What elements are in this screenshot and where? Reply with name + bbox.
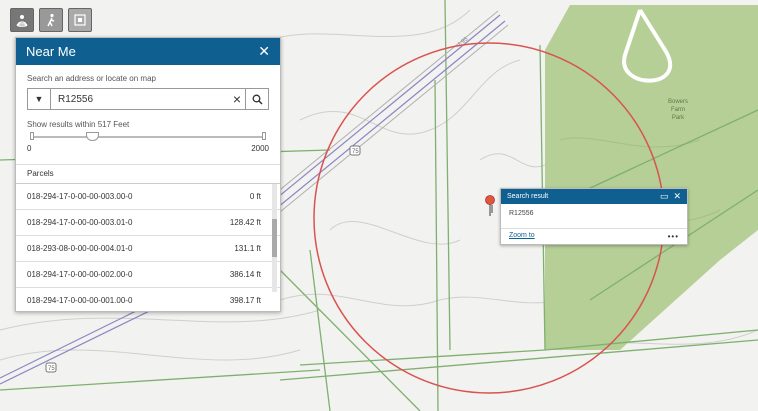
- parcel-distance: 398.17 ft: [229, 296, 261, 305]
- walking-person-icon: [47, 13, 55, 27]
- search-result-popup: Search result ▭ ✕ R12556 Zoom to •••: [500, 188, 688, 245]
- near-me-panel: Near Me ✕ Search an address or locate on…: [15, 37, 281, 312]
- results-scrollbar[interactable]: [272, 184, 277, 292]
- location-pin-icon[interactable]: [484, 194, 496, 216]
- panel-header: Near Me ✕: [16, 38, 280, 65]
- result-row[interactable]: 018-294-17-0-00-00-002.00-0 386.14 ft: [16, 262, 280, 288]
- parcel-id: 018-294-17-0-00-00-003.01-0: [27, 218, 133, 227]
- parcel-distance: 131.1 ft: [234, 244, 261, 253]
- parcel-distance: 128.42 ft: [229, 218, 261, 227]
- more-options-icon[interactable]: •••: [668, 232, 679, 241]
- route-shield-label: 75: [48, 366, 55, 372]
- search-button[interactable]: [245, 89, 268, 109]
- search-input[interactable]: R12556: [51, 94, 229, 105]
- popup-footer: Zoom to •••: [501, 229, 687, 244]
- result-row[interactable]: 018-294-17-0-00-00-003.00-0 0 ft: [16, 184, 280, 210]
- popup-header: Search result ▭ ✕: [501, 189, 687, 204]
- directions-button[interactable]: [39, 8, 63, 32]
- parcels-heading: Parcels: [16, 164, 280, 184]
- maximize-icon[interactable]: ▭: [660, 191, 669, 202]
- scrollbar-thumb[interactable]: [272, 219, 277, 257]
- popup-content: R12556: [501, 204, 687, 229]
- search-label: Search an address or locate on map: [27, 74, 156, 83]
- distance-slider[interactable]: [30, 132, 266, 141]
- results-list: 018-294-17-0-00-00-003.00-0 0 ft 018-294-…: [16, 184, 280, 311]
- result-row[interactable]: 018-294-17-0-00-00-001.00-0 398.17 ft: [16, 288, 280, 311]
- parcel-id: 018-294-17-0-00-00-002.00-0: [27, 270, 133, 279]
- parcel-distance: 386.14 ft: [229, 270, 261, 279]
- slider-max-label: 2000: [251, 144, 269, 153]
- park-label-line: Bowers: [668, 99, 688, 105]
- slider-thumb[interactable]: [86, 132, 99, 141]
- clear-search-icon[interactable]: ×: [229, 91, 245, 107]
- slider-min-handle[interactable]: [30, 132, 34, 140]
- map-toolbar: [10, 8, 92, 32]
- result-row[interactable]: 018-294-17-0-00-00-003.01-0 128.42 ft: [16, 210, 280, 236]
- close-icon[interactable]: ✕: [258, 43, 270, 60]
- panel-title: Near Me: [26, 44, 76, 59]
- route-shield-label: 75: [352, 149, 359, 155]
- slider-range: 0 2000: [27, 144, 269, 153]
- search-box: ▼ R12556 ×: [27, 88, 269, 110]
- parcel-id: 018-293-08-0-00-00-004.01-0: [27, 244, 133, 253]
- select-box-icon: [74, 14, 86, 26]
- park-label-line: Park: [672, 115, 685, 121]
- slider-min-label: 0: [27, 144, 32, 153]
- caret-down-icon: ▼: [34, 94, 44, 104]
- slider-track: [30, 136, 266, 138]
- search-source-dropdown[interactable]: ▼: [28, 89, 51, 109]
- near-me-button[interactable]: [10, 8, 34, 32]
- location-person-icon: [16, 15, 28, 27]
- park-label-line: Farm: [671, 107, 685, 113]
- result-row[interactable]: 018-293-08-0-00-00-004.01-0 131.1 ft: [16, 236, 280, 262]
- search-icon: [252, 94, 263, 105]
- parcel-distance: 0 ft: [249, 192, 261, 201]
- popup-title: Search result: [507, 193, 549, 200]
- slider-max-handle[interactable]: [262, 132, 266, 140]
- parcel-id: 018-294-17-0-00-00-001.00-0: [27, 296, 133, 305]
- zoom-to-link[interactable]: Zoom to: [509, 232, 535, 241]
- search-radius-text: Show results within 517 Feet: [27, 120, 130, 129]
- close-icon[interactable]: ✕: [673, 191, 681, 202]
- select-button[interactable]: [68, 8, 92, 32]
- parcel-id: 018-294-17-0-00-00-003.00-0: [27, 192, 133, 201]
- park-area: [545, 5, 758, 350]
